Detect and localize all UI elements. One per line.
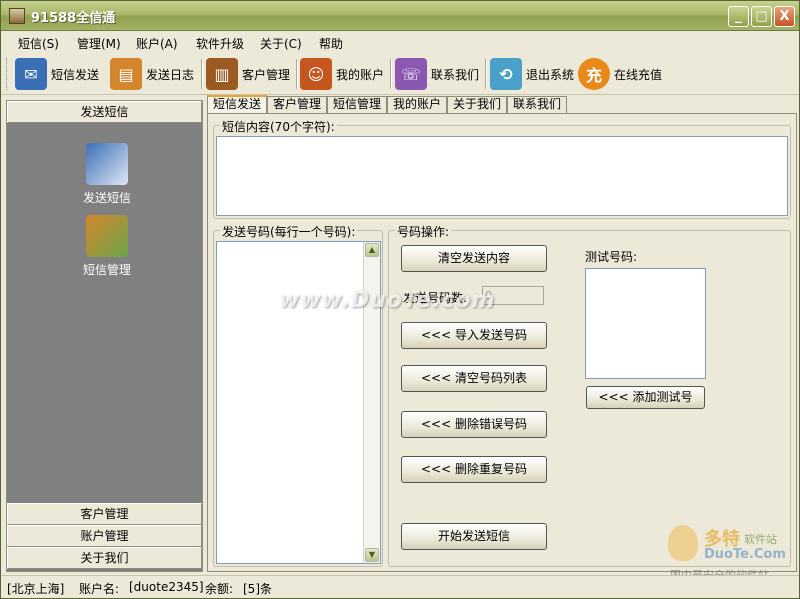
status-region: [北京上海] xyxy=(7,582,65,596)
toolbar-separator xyxy=(390,59,392,89)
log-book-icon: ▤ xyxy=(110,58,142,90)
menu-account[interactable]: 账户(A) xyxy=(136,35,178,52)
nav-entry-label: 发送短信 xyxy=(82,191,131,205)
ops-label: 号码操作: xyxy=(395,223,452,240)
tab-contact[interactable]: 联系我们 xyxy=(507,96,568,113)
customer-folder-icon: ▥ xyxy=(206,58,238,90)
scroll-down-icon[interactable]: ▼ xyxy=(365,548,379,562)
tb-label: 在线充值 xyxy=(614,67,663,82)
ops-group: 号码操作: 清空发送内容 发送号码数: 0 <<< 导入发送号码 <<< 清空号… xyxy=(388,223,791,567)
numbers-label: 发送号码(每行一个号码): xyxy=(220,223,358,240)
menu-bar: 短信(S) 管理(M) 账户(A) 软件升级 关于(C) 帮助 xyxy=(1,31,799,53)
add-test-button[interactable]: <<< 添加测试号 xyxy=(586,386,705,409)
tb-send-sms-button[interactable]: ✉ 短信发送 xyxy=(15,56,99,92)
menu-sms[interactable]: 短信(S) xyxy=(18,35,59,52)
tb-send-log-button[interactable]: ▤ 发送日志 xyxy=(110,56,194,92)
tb-my-account-button[interactable]: ☺ 我的账户 xyxy=(300,56,384,92)
menu-manage[interactable]: 管理(M) xyxy=(77,35,121,52)
nav-footer-customer[interactable]: 客户管理 xyxy=(7,503,202,525)
clear-list-button[interactable]: <<< 清空号码列表 xyxy=(401,365,547,392)
tab-customer[interactable]: 客户管理 xyxy=(267,96,328,113)
duote-logo-watermark: 多特 软件站 DuoTe.Com 国内最安全的软件站 xyxy=(666,523,796,583)
tab-my-account[interactable]: 我的账户 xyxy=(387,96,448,113)
tb-recharge-button[interactable]: 充 在线充值 xyxy=(578,56,662,92)
menu-about[interactable]: 关于(C) xyxy=(260,35,302,52)
status-balance: [5]条 xyxy=(243,582,272,596)
test-number-field[interactable] xyxy=(585,268,706,379)
menu-upgrade[interactable]: 软件升级 xyxy=(196,35,244,52)
envelope-phone-icon: ✉ xyxy=(15,58,47,90)
content-label: 短信内容(70个字符): xyxy=(220,118,337,135)
nav-footer-about[interactable]: 关于我们 xyxy=(7,547,202,569)
nav-header-send-sms[interactable]: 发送短信 xyxy=(7,101,202,123)
tb-customer-button[interactable]: ▥ 客户管理 xyxy=(206,56,290,92)
toolbar-separator xyxy=(201,59,203,89)
maximize-button[interactable]: □ xyxy=(751,6,772,27)
toolbar: ✉ 短信发送 ▤ 发送日志 ▥ 客户管理 ☺ 我的账户 ☏ 联系我们 ⟲ 退出系… xyxy=(1,53,799,95)
logo-en: DuoTe.Com xyxy=(704,547,786,562)
nav-entry-label: 短信管理 xyxy=(82,263,131,277)
tab-sms-send[interactable]: 短信发送 xyxy=(207,95,268,114)
content-group: 短信内容(70个字符): xyxy=(213,118,791,219)
close-button[interactable]: X xyxy=(774,6,795,27)
mascot-icon xyxy=(668,525,698,561)
test-number-label: 测试号码: xyxy=(585,250,638,264)
sms-content-textarea[interactable] xyxy=(216,136,788,216)
title-bar[interactable]: 91588全信通 _ □ X xyxy=(1,1,799,31)
status-account: [duote2345] xyxy=(129,580,204,594)
recharge-icon: 充 xyxy=(578,58,610,90)
toolbar-grip[interactable] xyxy=(6,58,9,90)
numbers-group: 发送号码(每行一个号码): ▲ ▼ xyxy=(213,223,383,567)
import-numbers-button[interactable]: <<< 导入发送号码 xyxy=(401,322,547,349)
send-sms-icon xyxy=(86,143,128,185)
app-icon xyxy=(9,8,25,24)
delete-duplicate-button[interactable]: <<< 删除重复号码 xyxy=(401,456,547,483)
app-window: 91588全信通 _ □ X 短信(S) 管理(M) 账户(A) 软件升级 关于… xyxy=(0,0,800,599)
tab-page-sms-send: 短信内容(70个字符): 发送号码(每行一个号码): ▲ ▼ 号码操作: 清空发… xyxy=(207,113,797,572)
tb-label: 退出系统 xyxy=(526,67,575,82)
sms-manage-icon xyxy=(86,215,128,257)
center-watermark: www.DuoTe.com xyxy=(279,288,496,313)
account-icon: ☺ xyxy=(300,58,332,90)
clear-content-button[interactable]: 清空发送内容 xyxy=(401,245,547,272)
logo-sub: 软件站 xyxy=(744,533,777,546)
toolbar-separator xyxy=(485,59,487,89)
left-nav-panel: 发送短信 发送短信 短信管理 客户管理 账户管理 关于我们 xyxy=(6,100,203,572)
status-bar: [北京上海] 账户名: [duote2345] 余额: [5]条 xyxy=(1,575,799,598)
nav-entry-sms-manage[interactable]: 短信管理 xyxy=(77,215,137,278)
tb-label: 短信发送 xyxy=(51,67,100,82)
menu-help[interactable]: 帮助 xyxy=(319,35,343,52)
minimize-button[interactable]: _ xyxy=(728,6,749,27)
delete-wrong-button[interactable]: <<< 删除错误号码 xyxy=(401,411,547,438)
tb-exit-button[interactable]: ⟲ 退出系统 xyxy=(490,56,574,92)
status-account-label: 账户名: xyxy=(79,582,120,596)
window-title: 91588全信通 xyxy=(31,11,116,26)
tb-label: 联系我们 xyxy=(431,67,480,82)
status-balance-label: 余额: xyxy=(205,582,234,596)
nav-footer-account[interactable]: 账户管理 xyxy=(7,525,202,547)
tb-contact-button[interactable]: ☏ 联系我们 xyxy=(395,56,479,92)
contact-icon: ☏ xyxy=(395,58,427,90)
tb-label: 客户管理 xyxy=(242,67,291,82)
exit-icon: ⟲ xyxy=(490,58,522,90)
tb-label: 我的账户 xyxy=(336,67,385,82)
toolbar-separator xyxy=(296,59,298,89)
tab-about[interactable]: 关于我们 xyxy=(447,96,508,113)
nav-entry-send-sms[interactable]: 发送短信 xyxy=(77,143,137,206)
scroll-up-icon[interactable]: ▲ xyxy=(365,243,379,257)
tab-sms-manage[interactable]: 短信管理 xyxy=(327,96,388,113)
start-send-button[interactable]: 开始发送短信 xyxy=(401,523,547,550)
tb-label: 发送日志 xyxy=(146,67,195,82)
